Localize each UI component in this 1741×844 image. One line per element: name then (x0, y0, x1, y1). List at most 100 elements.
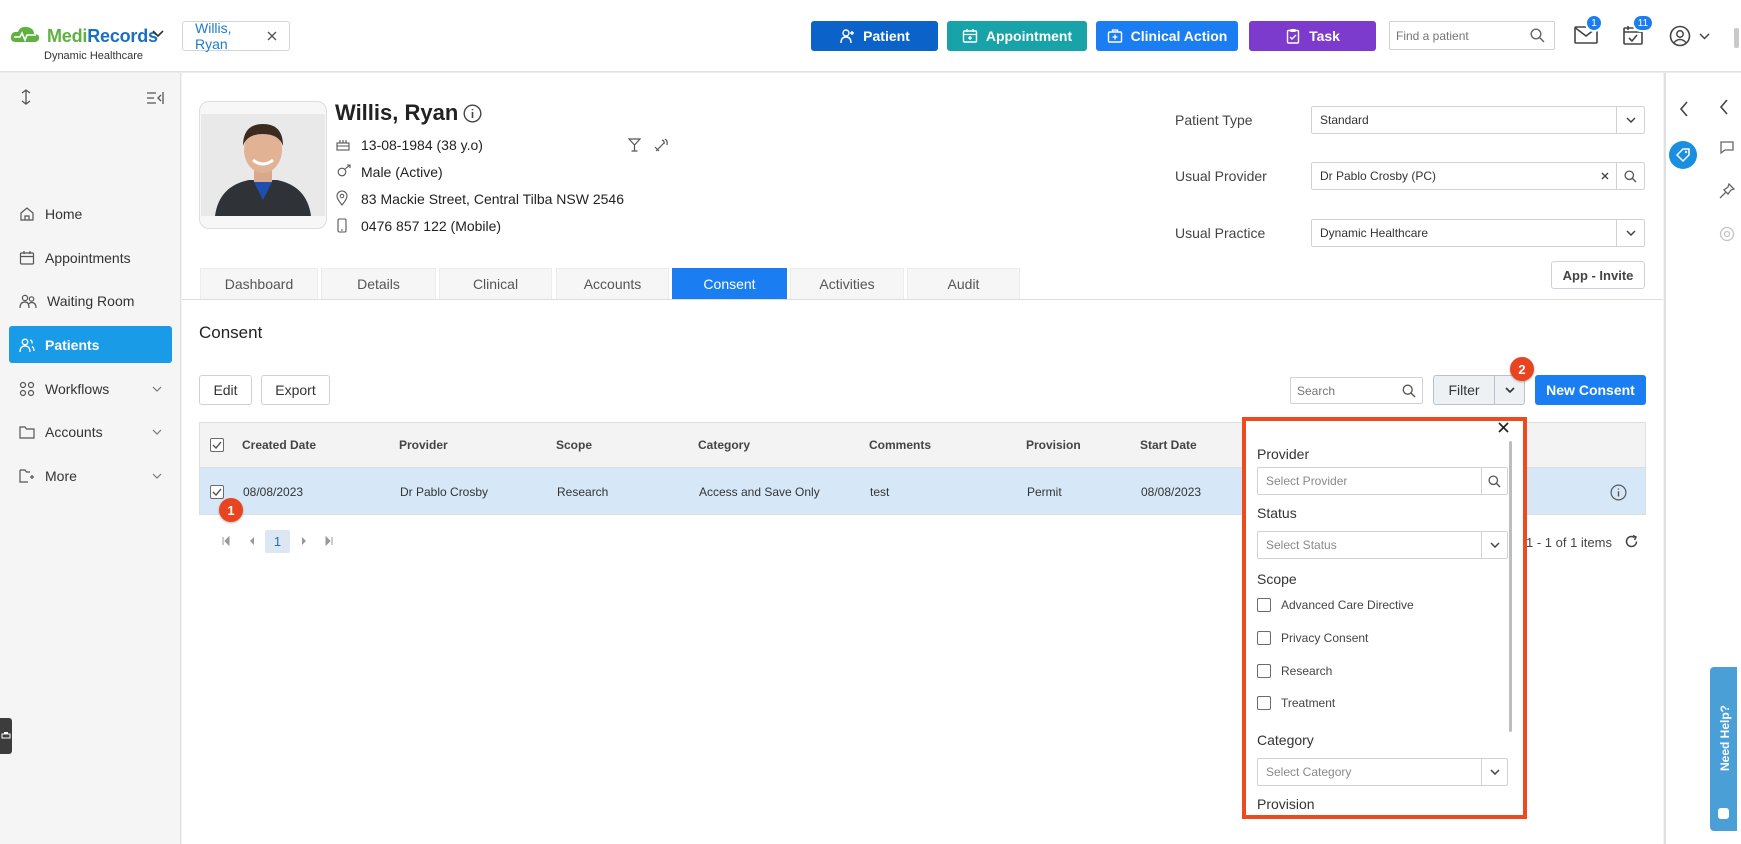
pager-page-1[interactable]: 1 (265, 530, 290, 553)
consent-search-box[interactable] (1290, 377, 1423, 404)
alcohol-icon[interactable] (628, 138, 641, 152)
filter-provider-select[interactable]: Select Provider (1257, 467, 1508, 495)
close-filter-icon[interactable] (1498, 422, 1509, 433)
filter-status-select[interactable]: Select Status (1257, 531, 1508, 559)
tab-accounts[interactable]: Accounts (556, 268, 669, 299)
tab-details[interactable]: Details (321, 268, 436, 299)
scope-checkbox[interactable] (1257, 664, 1271, 678)
row-info-icon[interactable] (1610, 484, 1627, 501)
sidebar-item-waiting-room[interactable]: Waiting Room (9, 282, 172, 319)
edit-button[interactable]: Edit (199, 375, 252, 405)
find-patient-box[interactable] (1389, 21, 1555, 50)
search-icon[interactable] (1481, 468, 1507, 494)
collapse-panel-chevron-icon[interactable] (1679, 101, 1689, 117)
need-help-tab[interactable]: Need Help? (1710, 667, 1737, 831)
resize-vertical-icon[interactable] (20, 89, 32, 105)
find-patient-input[interactable] (1396, 28, 1526, 43)
patient-type-select[interactable]: Standard (1311, 106, 1645, 134)
filter-status-placeholder: Select Status (1266, 538, 1337, 552)
sidebar-item-appointments[interactable]: Appointments (9, 239, 172, 276)
clear-icon[interactable] (1594, 172, 1616, 180)
column-provision[interactable]: Provision (1026, 438, 1081, 452)
pager-first-icon[interactable] (221, 536, 231, 546)
pager-prev-icon[interactable] (248, 536, 256, 546)
scope-option-treatment[interactable]: Treatment (1257, 696, 1335, 710)
tag-button[interactable] (1669, 141, 1697, 169)
chat-icon[interactable] (1719, 139, 1735, 155)
pager-next-icon[interactable] (300, 536, 308, 546)
pin-icon[interactable] (1719, 183, 1735, 199)
column-start-date[interactable]: Start Date (1140, 438, 1197, 452)
chevron-down-icon[interactable] (1616, 107, 1644, 133)
close-patient-icon[interactable] (267, 31, 277, 41)
cell-category: Access and Save Only (699, 485, 820, 499)
search-icon[interactable] (1402, 384, 1416, 398)
new-patient-button[interactable]: Patient (811, 21, 938, 51)
patient-photo[interactable] (201, 114, 325, 216)
tab-audit[interactable]: Audit (907, 268, 1020, 299)
user-menu-button[interactable] (1669, 25, 1691, 47)
smoking-icon[interactable] (654, 138, 669, 152)
scope-checkbox[interactable] (1257, 631, 1271, 645)
sidebar-item-workflows[interactable]: Workflows (9, 370, 172, 407)
scope-option-research[interactable]: Research (1257, 664, 1332, 678)
new-consent-button[interactable]: New Consent (1535, 375, 1646, 405)
app-logo[interactable] (10, 24, 40, 49)
chevron-down-icon[interactable] (1481, 759, 1507, 785)
calendar-icon (19, 250, 35, 265)
chevron-down-icon (152, 429, 162, 435)
practice-switch-chevron-icon[interactable] (152, 30, 164, 38)
column-created-date[interactable]: Created Date (242, 438, 316, 452)
scope-option-privacy-consent[interactable]: Privacy Consent (1257, 631, 1368, 645)
patient-gender: Male (Active) (361, 164, 443, 180)
window-scrollbar[interactable] (1734, 28, 1739, 48)
more-icon (19, 468, 34, 483)
right-rail: Need Help? (1664, 73, 1741, 844)
open-patient-chip[interactable]: Willis, Ryan (182, 20, 290, 52)
mention-icon[interactable] (1719, 226, 1735, 242)
user-menu-chevron-icon[interactable] (1699, 33, 1710, 40)
clinical-action-button[interactable]: Clinical Action (1096, 21, 1238, 51)
new-appointment-button[interactable]: Appointment (947, 21, 1087, 51)
scope-checkbox[interactable] (1257, 598, 1271, 612)
tab-consent[interactable]: Consent (672, 268, 787, 299)
usual-provider-select[interactable]: Dr Pablo Crosby (PC) (1311, 162, 1645, 190)
column-scope[interactable]: Scope (556, 438, 592, 452)
select-all-checkbox[interactable] (210, 438, 224, 452)
tab-clinical[interactable]: Clinical (439, 268, 552, 299)
filter-category-select[interactable]: Select Category (1257, 758, 1508, 786)
column-comments[interactable]: Comments (869, 438, 931, 452)
scope-checkbox[interactable] (1257, 696, 1271, 710)
expand-panel-chevron-icon[interactable] (1719, 99, 1729, 115)
chevron-down-icon[interactable] (1481, 532, 1507, 558)
search-icon[interactable] (1616, 163, 1644, 189)
tab-dashboard[interactable]: Dashboard (200, 268, 318, 299)
side-tool-tab[interactable] (0, 718, 12, 754)
sidebar-item-more[interactable]: More (9, 457, 172, 494)
patient-info-icon[interactable] (463, 104, 482, 123)
export-button[interactable]: Export (261, 375, 330, 405)
consent-search-input[interactable] (1297, 383, 1402, 398)
sidebar-item-home[interactable]: Home (9, 195, 172, 232)
collapse-sidebar-icon[interactable] (146, 91, 164, 105)
row-checkbox[interactable] (210, 485, 224, 499)
cell-provider: Dr Pablo Crosby (400, 485, 489, 499)
chevron-down-icon[interactable] (1616, 220, 1644, 246)
tab-activities[interactable]: Activities (790, 268, 904, 299)
column-category[interactable]: Category (698, 438, 750, 452)
search-icon[interactable] (1530, 28, 1545, 43)
scope-option-label: Treatment (1281, 696, 1336, 710)
refresh-icon[interactable] (1624, 534, 1639, 549)
app-invite-button[interactable]: App - Invite (1551, 261, 1645, 289)
pager-last-icon[interactable] (324, 536, 334, 546)
new-task-button[interactable]: Task (1249, 21, 1376, 51)
filter-button-label: Filter (1448, 382, 1480, 398)
sidebar-item-accounts[interactable]: Accounts (9, 413, 172, 450)
filter-panel-scrollbar[interactable] (1509, 441, 1512, 732)
column-provider[interactable]: Provider (399, 438, 448, 452)
usual-practice-select[interactable]: Dynamic Healthcare (1311, 219, 1645, 247)
sidebar-item-patients[interactable]: Patients (9, 326, 172, 363)
scope-option-advanced-care-directive[interactable]: Advanced Care Directive (1257, 598, 1414, 612)
filter-button[interactable]: Filter (1433, 375, 1525, 405)
home-icon (20, 206, 34, 221)
